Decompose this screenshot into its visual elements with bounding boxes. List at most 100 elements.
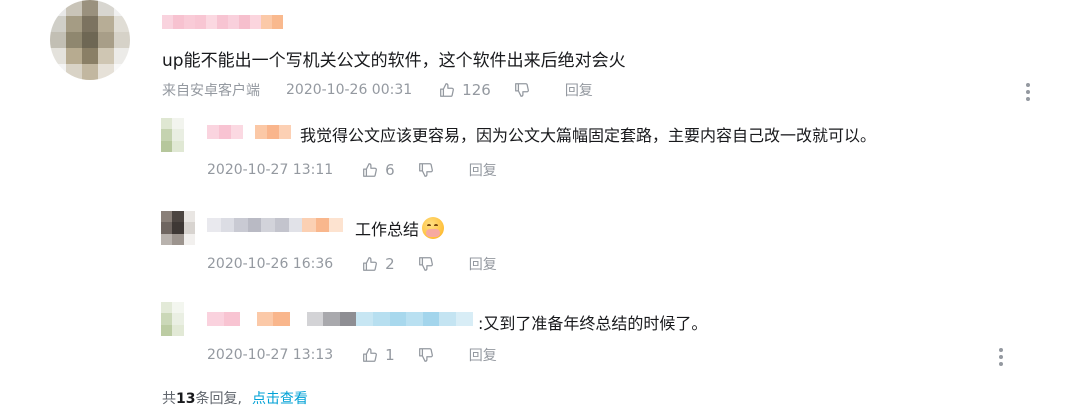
like-button[interactable]: 6	[361, 161, 417, 179]
mosaic-cell	[239, 15, 250, 29]
mosaic-cell	[272, 15, 283, 29]
mosaic-cell	[231, 125, 243, 139]
mosaic-cell	[183, 233, 195, 245]
source-label: 来自安卓客户端	[162, 83, 260, 99]
mosaic-cell	[161, 324, 173, 336]
mosaic-cell	[256, 312, 274, 326]
like-button[interactable]: 126	[438, 81, 513, 99]
mosaic-cell	[279, 125, 291, 139]
mosaic-cell	[50, 64, 66, 80]
mosaic-cell	[406, 312, 423, 326]
thumbs-up-icon	[363, 348, 378, 362]
like-button[interactable]: 1	[361, 346, 417, 364]
like-count: 2	[385, 255, 395, 273]
mosaic-cell	[306, 312, 324, 326]
mosaic-cell	[207, 312, 224, 326]
reply-button[interactable]: 回复	[565, 80, 593, 100]
mosaic-cell	[114, 32, 130, 48]
mosaic-cell	[82, 48, 98, 64]
reply-username-blurred[interactable]	[207, 218, 343, 232]
mosaic-cell	[234, 218, 248, 232]
mosaic-cell	[183, 140, 195, 152]
mosaic-cell	[161, 118, 173, 130]
mosaic-cell	[247, 218, 262, 232]
mosaic-cell	[50, 32, 66, 48]
thumbs-down-icon	[418, 257, 433, 271]
reply-meta: 2020-10-27 13:13 1 回复	[207, 345, 497, 365]
mosaic-cell	[243, 125, 255, 139]
timestamp: 2020-10-26 00:31	[286, 82, 413, 98]
like-count: 126	[462, 81, 491, 99]
reply-content: 我觉得公文应该更容易，因为公文大篇幅固定套路，主要内容自己改一改就可以。	[300, 126, 877, 145]
thumbs-down-icon	[514, 83, 529, 97]
mosaic-cell	[172, 324, 184, 336]
reply-meta: 2020-10-26 16:36 2 回复	[207, 254, 497, 274]
dislike-button[interactable]	[417, 161, 435, 179]
mosaic-cell	[114, 64, 130, 80]
mosaic-cell	[172, 129, 184, 141]
mosaic-cell	[183, 129, 195, 141]
mosaic-cell	[172, 118, 184, 130]
mosaic-cell	[183, 313, 195, 325]
mosaic-cell	[389, 312, 407, 326]
mosaic-cell	[98, 32, 114, 48]
mosaic-cell	[98, 48, 114, 64]
mosaic-cell	[267, 125, 279, 139]
comment-content: up能不能出一个写机关公文的软件，这个软件出来后绝对会火	[162, 51, 626, 71]
view-all-replies-link[interactable]: 点击查看	[252, 391, 308, 407]
reply-avatar[interactable]	[161, 211, 195, 245]
mosaic-cell	[250, 15, 261, 29]
mosaic-cell	[114, 0, 130, 16]
thumbs-up-icon	[363, 163, 378, 177]
mosaic-cell	[161, 233, 173, 245]
like-button[interactable]: 2	[361, 255, 417, 273]
reply-username-blurred[interactable]	[207, 125, 291, 139]
mosaic-cell	[172, 313, 184, 325]
mosaic-cell	[98, 16, 114, 32]
reply-button[interactable]: 回复	[469, 345, 497, 365]
timestamp: 2020-10-27 13:11	[207, 162, 334, 178]
mosaic-cell	[161, 222, 173, 234]
mosaic-cell	[220, 218, 235, 232]
mosaic-cell	[323, 312, 340, 326]
mosaic-cell	[274, 218, 289, 232]
mosaic-cell	[66, 32, 82, 48]
summary-suffix: 条回复,	[195, 391, 242, 407]
mosaic-cell	[261, 15, 272, 29]
mosaic-cell	[223, 312, 241, 326]
reply-count: 13	[176, 391, 196, 407]
reply-text: 工作总结	[355, 220, 420, 239]
mosaic-cell	[302, 218, 316, 232]
mosaic-cell	[50, 48, 66, 64]
mosaic-cell	[114, 48, 130, 64]
reply-content: :又到了准备年终总结的时候了。	[478, 314, 708, 333]
thumbs-down-icon	[418, 163, 433, 177]
more-vertical-icon[interactable]	[1025, 83, 1031, 101]
dislike-button[interactable]	[513, 81, 531, 99]
reply-button[interactable]: 回复	[469, 254, 497, 274]
dislike-button[interactable]	[417, 255, 435, 273]
mosaic-cell	[82, 16, 98, 32]
username-blurred[interactable]	[162, 15, 283, 29]
timestamp: 2020-10-26 16:36	[207, 256, 334, 272]
reply-avatar[interactable]	[161, 118, 195, 152]
mosaic-cell	[161, 129, 173, 141]
mosaic-cell	[372, 312, 390, 326]
mosaic-cell	[315, 218, 330, 232]
mosaic-cell	[162, 15, 173, 29]
mosaic-cell	[50, 0, 66, 16]
dislike-button[interactable]	[417, 346, 435, 364]
more-vertical-icon[interactable]	[998, 348, 1004, 366]
reply-avatar[interactable]	[161, 302, 195, 336]
reply-button[interactable]: 回复	[469, 160, 497, 180]
mosaic-cell	[173, 15, 184, 29]
mosaic-cell	[172, 140, 184, 152]
mosaic-cell	[329, 218, 343, 232]
avatar[interactable]	[50, 0, 130, 80]
reply-username-blurred[interactable]	[207, 312, 473, 326]
thumbs-up-icon	[440, 83, 455, 97]
mosaic-cell	[66, 48, 82, 64]
thumbs-up-icon	[363, 257, 378, 271]
mosaic-cell	[161, 211, 173, 223]
sticker-emoji-icon	[422, 217, 445, 239]
